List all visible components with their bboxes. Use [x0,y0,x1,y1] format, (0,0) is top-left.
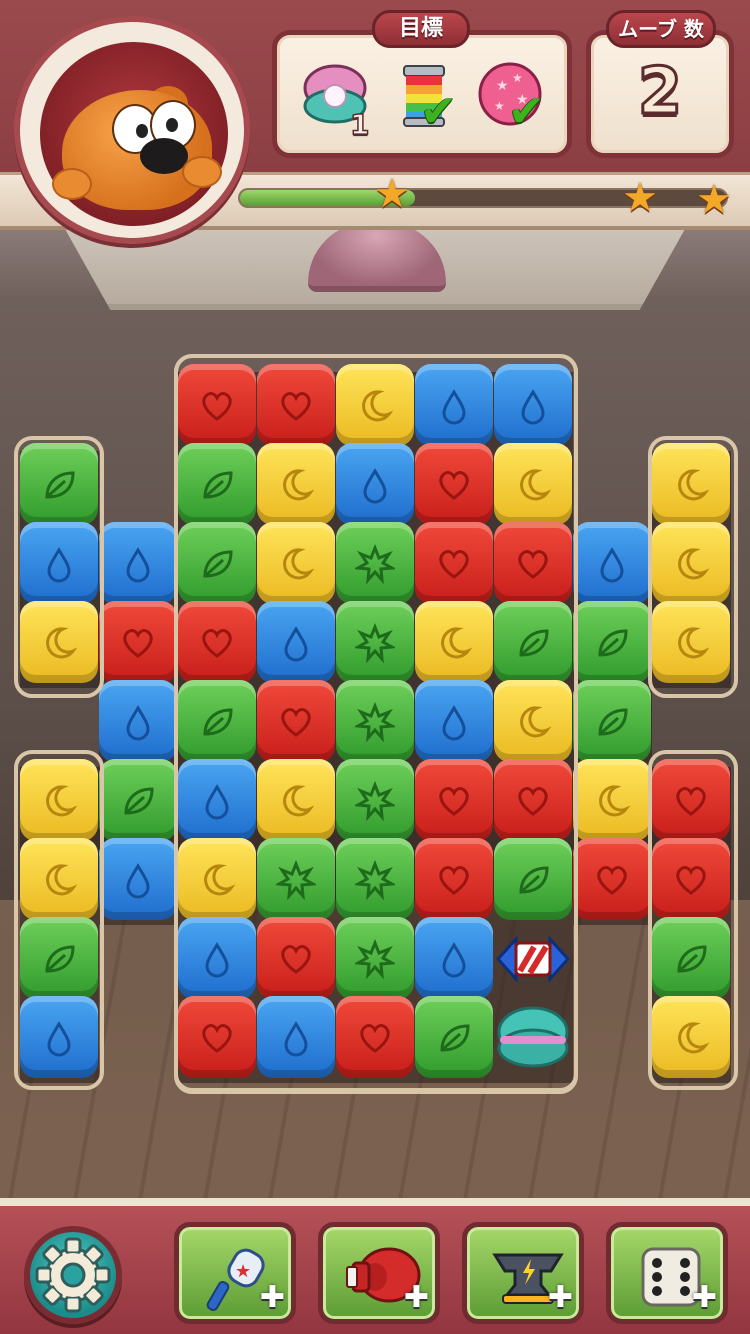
yellow-block[interactable] [652,522,730,604]
red-block[interactable] [494,522,572,604]
add-booster-icon: ✚ [259,1280,285,1315]
green-block[interactable] [178,443,256,525]
green-star-block[interactable] [336,522,414,604]
green-star-block[interactable] [336,917,414,999]
green-star-block[interactable] [336,759,414,841]
yellow-block[interactable] [20,838,98,920]
yellow-block[interactable] [652,601,730,683]
yellow-block[interactable] [20,601,98,683]
green-block[interactable] [573,601,651,683]
blue-block[interactable] [257,601,335,683]
yellow-block[interactable] [257,759,335,841]
yellow-block[interactable] [336,364,414,446]
blue-block[interactable] [257,996,335,1078]
blue-block[interactable] [20,522,98,604]
red-block[interactable] [99,601,177,683]
green-block[interactable] [652,917,730,999]
yellow-block[interactable] [20,759,98,841]
green-block[interactable] [178,522,256,604]
yellow-block[interactable] [573,759,651,841]
red-block[interactable] [178,364,256,446]
blue-block[interactable] [415,680,493,762]
add-booster-icon: ✚ [691,1280,717,1315]
yellow-block[interactable] [652,443,730,525]
green-star-block[interactable] [336,838,414,920]
red-block[interactable] [415,522,493,604]
yellow-block[interactable] [494,680,572,762]
red-block[interactable] [494,759,572,841]
red-block[interactable] [257,364,335,446]
gear-icon [35,1237,111,1313]
clam-blocker-icon[interactable] [494,996,572,1078]
red-block[interactable] [178,601,256,683]
green-star-block[interactable] [257,838,335,920]
yellow-block[interactable] [257,443,335,525]
svg-text:★: ★ [235,1261,251,1282]
boxing-glove-booster[interactable]: ✚ [318,1222,440,1324]
blue-block[interactable] [415,364,493,446]
blue-block[interactable] [178,759,256,841]
blue-block[interactable] [573,522,651,604]
green-block[interactable] [99,759,177,841]
green-star-block[interactable] [336,601,414,683]
green-block[interactable] [178,680,256,762]
red-block[interactable] [652,838,730,920]
add-booster-icon: ✚ [547,1280,573,1315]
blue-block[interactable] [99,680,177,762]
yellow-block[interactable] [494,443,572,525]
green-block[interactable] [494,838,572,920]
green-block[interactable] [20,443,98,525]
red-block[interactable] [573,838,651,920]
red-block[interactable] [415,759,493,841]
yellow-block[interactable] [415,601,493,683]
red-block[interactable] [415,838,493,920]
green-block[interactable] [20,917,98,999]
settings-button[interactable] [24,1226,122,1324]
red-block[interactable] [178,996,256,1078]
blue-block[interactable] [20,996,98,1078]
blue-block[interactable] [178,917,256,999]
red-block[interactable] [652,759,730,841]
green-block[interactable] [415,996,493,1078]
red-block[interactable] [336,996,414,1078]
rocket-hammer-booster[interactable]: ★ ✚ [174,1222,296,1324]
red-block[interactable] [415,443,493,525]
yellow-block[interactable] [652,996,730,1078]
green-star-block[interactable] [336,680,414,762]
add-booster-icon: ✚ [403,1280,429,1315]
red-block[interactable] [257,917,335,999]
blue-block[interactable] [336,443,414,525]
striped-rocket-icon[interactable] [494,917,572,999]
green-block[interactable] [494,601,572,683]
blue-block[interactable] [494,364,572,446]
green-block[interactable] [573,680,651,762]
blue-block[interactable] [99,838,177,920]
red-block[interactable] [257,680,335,762]
anvil-booster[interactable]: ✚ [462,1222,584,1324]
blue-block[interactable] [99,522,177,604]
blue-block[interactable] [415,917,493,999]
yellow-block[interactable] [257,522,335,604]
game-board [0,0,750,1334]
dice-booster[interactable]: ✚ [606,1222,728,1324]
yellow-block[interactable] [178,838,256,920]
